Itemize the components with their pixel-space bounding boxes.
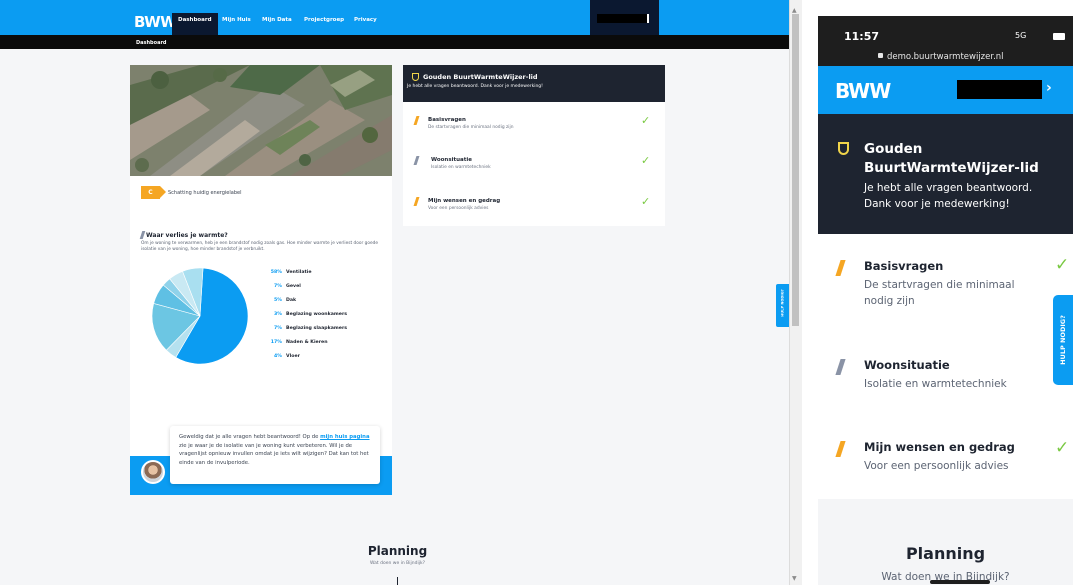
app-logo[interactable]: BWW <box>134 13 177 31</box>
scroll-up-arrow-icon[interactable]: ▲ <box>792 7 797 14</box>
aerial-photo <box>130 65 392 176</box>
step-description: De startvragen die minimaal nodig zijn <box>428 125 514 130</box>
legend-percentage: 3% <box>274 312 282 317</box>
energy-label-text: Schatting huidig energielabel <box>168 190 242 196</box>
legend-percentage: 58% <box>270 270 282 275</box>
mijn-huis-link[interactable]: mijn huis pagina <box>320 434 369 440</box>
nav-projectgroep[interactable]: Projectgroep <box>298 13 350 35</box>
signal-icon: 5G <box>1015 31 1027 40</box>
step-description: Voor een persoonlijk advies <box>864 460 1009 472</box>
step-slash-icon <box>835 260 846 276</box>
redacted-username <box>597 14 649 23</box>
legend-label: Beglazing slaapkamers <box>286 326 348 331</box>
shield-icon <box>412 73 419 81</box>
step-slash-icon <box>413 116 419 125</box>
legend-item: 3% Beglazing woonkamers <box>262 312 382 320</box>
help-button-label[interactable]: HULP NODIG? <box>781 289 785 318</box>
legend-label: Naden & Kieren <box>286 340 328 345</box>
step-title: Basisvragen <box>428 117 466 123</box>
step-slash-icon <box>413 156 419 165</box>
phone-step-mijn-wensen[interactable]: Mijn wensen en gedrag Voor een persoonli… <box>818 432 1073 482</box>
phone-app-logo[interactable]: BWW <box>835 79 891 103</box>
step-slash-icon <box>835 359 846 375</box>
scrollbar-thumb[interactable] <box>792 14 799 326</box>
check-icon: ✓ <box>1055 438 1070 458</box>
step-title: Woonsituatie <box>431 157 473 163</box>
legend-label: Dak <box>286 298 297 303</box>
phone-gold-member-title: Gouden BuurtWarmteWijzer-lid <box>864 141 1039 176</box>
nav-mijn-data[interactable]: Mijn Data <box>256 13 298 35</box>
step-description: De startvragen die minimaal nodig zijn <box>864 279 1015 307</box>
desktop-window <box>0 0 789 585</box>
phone-help-button-label[interactable]: HULP NODIG? <box>1059 304 1067 376</box>
nav-privacy[interactable]: Privacy <box>348 13 383 35</box>
step-title: Basisvragen <box>864 259 944 273</box>
legend-percentage: 7% <box>274 284 282 289</box>
breadcrumb[interactable]: Dashboard <box>136 40 167 46</box>
planning-subtitle: Wat doen we in Bijndijk? <box>370 561 425 566</box>
address-bar[interactable]: demo.buurtwarmtewijzer.nl <box>887 52 1004 62</box>
advisor-avatar <box>141 460 165 484</box>
nav-dashboard[interactable]: Dashboard <box>172 13 218 35</box>
legend-item: 7% Gevel <box>262 284 382 292</box>
energy-label-badge: C <box>141 186 166 199</box>
planning-title: Planning <box>367 544 428 558</box>
advisor-message: Geweldig dat je alle vragen hebt beantwo… <box>170 426 380 484</box>
step-woonsituatie[interactable]: Woonsituatie Isolatie en warmtetechniek … <box>403 148 665 184</box>
phone-home-indicator <box>930 580 990 584</box>
phone-step-basisvragen[interactable]: Basisvragen De startvragen die minimaal … <box>818 252 1073 322</box>
legend-label: Vloer <box>286 354 300 359</box>
timeline-line <box>397 577 398 585</box>
step-mijn-wensen[interactable]: Mijn wensen en gedrag Voor een persoonli… <box>403 189 665 225</box>
message-text-after: zie je waar je de isolatie van je woning… <box>179 442 369 466</box>
check-icon: ✓ <box>1055 255 1070 275</box>
step-slash-icon <box>413 197 419 206</box>
legend-percentage: 4% <box>274 354 282 359</box>
battery-icon <box>1053 33 1065 40</box>
step-title: Woonsituatie <box>864 358 950 372</box>
legend-percentage: 5% <box>274 298 282 303</box>
step-title: Mijn wensen en gedrag <box>428 198 501 204</box>
gold-member-title: Gouden BuurtWarmteWijzer-lid <box>423 73 538 81</box>
scroll-down-arrow-icon[interactable]: ▼ <box>792 575 797 582</box>
legend-item: 5% Dak <box>262 298 382 306</box>
phone-step-woonsituatie[interactable]: Woonsituatie Isolatie en warmtetechniek <box>818 350 1073 400</box>
heat-loss-description: Om je woning te verwarmen, heb je een br… <box>141 241 379 252</box>
phone-planning-title: Planning <box>905 544 986 563</box>
check-icon: ✓ <box>641 114 651 127</box>
step-description: Isolatie en warmtetechniek <box>864 378 1007 390</box>
legend-item: 17% Naden & Kieren <box>262 340 382 348</box>
lock-icon <box>878 53 883 58</box>
legend-label: Gevel <box>286 284 301 289</box>
legend-label: Beglazing woonkamers <box>286 312 348 317</box>
check-icon: ✓ <box>641 154 651 167</box>
gold-member-subtitle: Je hebt alle vragen beantwoord. Dank voo… <box>407 84 543 89</box>
legend-label: Ventilatie <box>286 270 312 275</box>
heat-loss-title: Waar verlies je warmte? <box>146 232 228 239</box>
legend-percentage: 17% <box>270 340 282 345</box>
nav-spacer <box>659 0 789 35</box>
nav-mijn-huis[interactable]: Mijn Huis <box>216 13 257 35</box>
step-slash-icon <box>835 441 846 457</box>
step-basisvragen[interactable]: Basisvragen De startvragen die minimaal … <box>403 108 665 144</box>
heat-loss-pie-chart <box>152 268 248 364</box>
legend-item: 58% Ventilatie <box>262 270 382 278</box>
legend-item: 7% Beglazing slaapkamers <box>262 326 382 334</box>
phone-gold-member-subtitle: Je hebt alle vragen beantwoord. Dank voo… <box>864 182 1033 210</box>
phone-clock: 11:57 <box>844 30 880 43</box>
legend-percentage: 7% <box>274 326 282 331</box>
chevron-right-icon[interactable]: › <box>1046 80 1052 96</box>
check-icon: ✓ <box>641 195 651 208</box>
step-description: Voor een persoonlijk advies <box>428 206 489 211</box>
redacted-username[interactable] <box>957 80 1042 99</box>
message-text-before: Geweldig dat je alle vragen hebt beantwo… <box>179 434 321 440</box>
legend-item: 4% Vloer <box>262 354 382 362</box>
breadcrumb-bar <box>0 35 789 49</box>
shield-icon <box>838 142 849 155</box>
step-title: Mijn wensen en gedrag <box>864 440 1015 454</box>
step-description: Isolatie en warmtetechniek <box>431 165 491 170</box>
